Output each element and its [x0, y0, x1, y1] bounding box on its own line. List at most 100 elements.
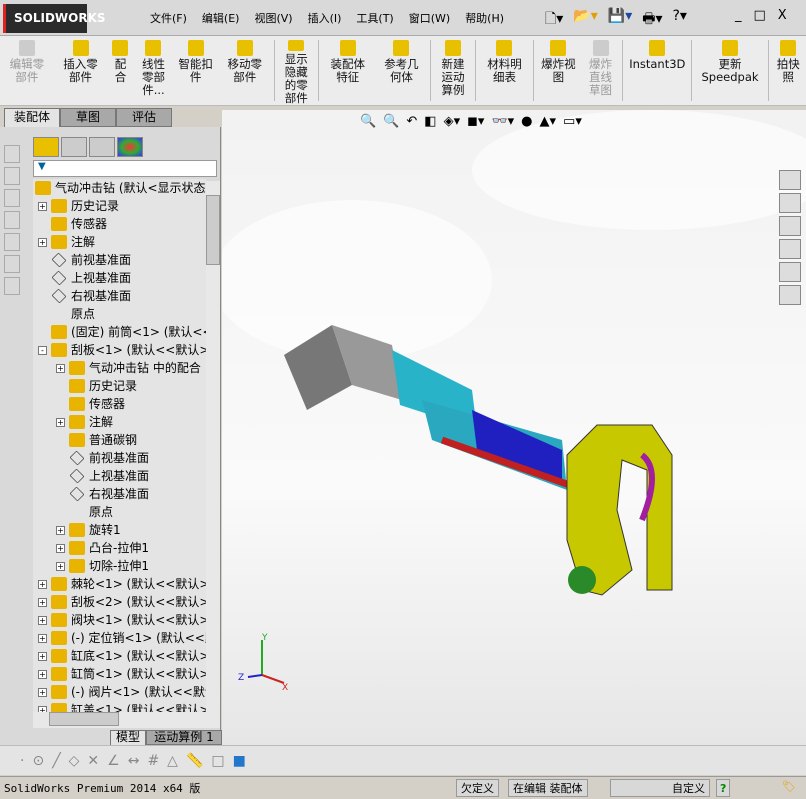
- solidworks-logo[interactable]: SOLIDWORKS: [3, 4, 106, 33]
- tree-item[interactable]: 原点: [38, 305, 95, 323]
- toolbar-button-15[interactable]: 拍快照: [771, 36, 806, 105]
- menu-tools[interactable]: 工具(T): [356, 10, 393, 26]
- toolbar-button-3[interactable]: 线性零部件...: [134, 36, 174, 105]
- tree-item[interactable]: 前视基准面: [38, 251, 131, 269]
- view-settings-icon[interactable]: ▭▾: [563, 114, 582, 129]
- view-cube-icon[interactable]: [4, 145, 20, 163]
- toolbar-button-13[interactable]: Instant3D: [625, 36, 689, 105]
- menu-insert[interactable]: 插入(I): [308, 10, 342, 26]
- view-cube-icon[interactable]: [4, 167, 20, 185]
- tree-item[interactable]: + 缸底<1> (默认<<默认>_显: [38, 647, 206, 665]
- units-selector[interactable]: 自定义: [610, 779, 710, 797]
- trim-icon[interactable]: ✕: [87, 753, 99, 769]
- expand-toggle[interactable]: +: [56, 363, 65, 373]
- toolbar-button-1[interactable]: 插入零部件: [54, 36, 108, 105]
- tree-item[interactable]: 前视基准面: [56, 449, 149, 467]
- angle-icon[interactable]: ∠: [107, 753, 120, 769]
- tree-item[interactable]: + (-) 定位销<1> (默认<<默: [38, 629, 206, 647]
- circle-icon[interactable]: ⊙: [32, 753, 44, 769]
- tab-motion-study[interactable]: 运动算例 1: [146, 730, 222, 745]
- appearance-icon[interactable]: ●: [521, 114, 532, 129]
- view-palette-icon[interactable]: [779, 239, 801, 259]
- tree-item[interactable]: + 注解: [56, 413, 113, 431]
- tree-item[interactable]: + (-) 阀片<1> (默认<<默认: [38, 683, 206, 701]
- expand-toggle[interactable]: +: [38, 615, 47, 625]
- tree-item[interactable]: 历史记录: [56, 377, 137, 395]
- menu-file[interactable]: 文件(F): [150, 10, 187, 26]
- feature-manager-tab-icon[interactable]: [33, 137, 59, 157]
- tree-item[interactable]: (固定) 前筒<1> (默认<<: [38, 323, 206, 341]
- expand-toggle[interactable]: +: [38, 597, 47, 607]
- tree-item[interactable]: +缸盖<1> (默认<<默认>_显: [38, 701, 206, 712]
- scene-icon[interactable]: ▲▾: [540, 114, 557, 129]
- tab-assembly[interactable]: 装配体: [4, 108, 60, 127]
- expand-toggle[interactable]: +: [38, 687, 47, 697]
- menu-window[interactable]: 窗口(W): [409, 10, 450, 26]
- tree-item[interactable]: 原点: [56, 503, 113, 521]
- expand-toggle[interactable]: +: [56, 543, 65, 553]
- tree-item[interactable]: + 历史记录: [38, 197, 119, 215]
- expand-toggle[interactable]: +: [38, 579, 47, 589]
- zoom-area-icon[interactable]: 🔍: [383, 114, 399, 129]
- toolbar-button-4[interactable]: 智能扣件: [173, 36, 218, 105]
- toolbar-button-11[interactable]: 爆炸视图: [536, 36, 581, 105]
- close-button[interactable]: X: [778, 8, 787, 23]
- property-manager-tab-icon[interactable]: [61, 137, 87, 157]
- minimize-button[interactable]: _: [735, 8, 742, 23]
- view-cube-icon[interactable]: [4, 189, 20, 207]
- shaded-icon[interactable]: ■: [233, 753, 246, 769]
- expand-toggle[interactable]: -: [38, 345, 47, 355]
- toolbar-button-5[interactable]: 移动零部件: [218, 36, 272, 105]
- wireframe-icon[interactable]: □: [211, 753, 224, 769]
- help-button[interactable]: ?: [716, 779, 731, 797]
- toolbar-button-10[interactable]: 材料明细表: [478, 36, 532, 105]
- open-icon[interactable]: 📂▾: [573, 8, 597, 32]
- view-orientation-icon[interactable]: ◈▾: [444, 114, 461, 129]
- tree-item[interactable]: + 缸筒<1> (默认<<默认>_显: [38, 665, 206, 683]
- tree-item[interactable]: + 切除-拉伸1: [56, 557, 149, 575]
- polygon-icon[interactable]: ◇: [69, 753, 80, 769]
- toolbar-button-2[interactable]: 配合: [107, 36, 133, 105]
- tree-item[interactable]: + 旋转1: [56, 521, 121, 539]
- expand-toggle[interactable]: +: [38, 651, 47, 661]
- tree-item[interactable]: 右视基准面: [38, 287, 131, 305]
- toolbar-button-6[interactable]: 显示隐藏的零部件: [276, 36, 316, 105]
- expand-toggle[interactable]: +: [56, 561, 65, 571]
- view-cube-icon[interactable]: [4, 277, 20, 295]
- zoom-to-fit-icon[interactable]: 🔍: [360, 114, 376, 129]
- tag-icon[interactable]: 🏷: [782, 780, 796, 793]
- view-cube-icon[interactable]: [4, 255, 20, 273]
- tree-item[interactable]: 普通碳钢: [56, 431, 137, 449]
- view-cube-icon[interactable]: [4, 211, 20, 229]
- tab-model[interactable]: 模型: [110, 730, 146, 745]
- measure-icon[interactable]: 📏: [186, 753, 203, 769]
- home-icon[interactable]: [779, 170, 801, 190]
- tree-filter[interactable]: ▼: [33, 160, 217, 177]
- toolbar-button-8[interactable]: 参考几何体: [375, 36, 429, 105]
- line-icon[interactable]: ╱: [52, 753, 60, 769]
- tree-horizontal-scrollbar[interactable]: [33, 712, 220, 728]
- tree-item[interactable]: + 注解: [38, 233, 95, 251]
- save-icon[interactable]: 💾▾: [608, 8, 632, 32]
- tree-item[interactable]: + 阀块<1> (默认<<默认>_显: [38, 611, 206, 629]
- expand-toggle[interactable]: +: [38, 201, 47, 211]
- section-view-icon[interactable]: ◧: [424, 114, 436, 129]
- expand-toggle[interactable]: +: [38, 633, 47, 643]
- toolbar-button-9[interactable]: 新建运动算例: [433, 36, 473, 105]
- tree-vertical-scrollbar[interactable]: [206, 181, 220, 712]
- graphics-area[interactable]: Y X Z: [212, 110, 806, 745]
- tree-item[interactable]: 上视基准面: [56, 467, 149, 485]
- hide-show-icon[interactable]: 👓▾: [491, 114, 514, 129]
- point-icon[interactable]: ·: [20, 753, 24, 769]
- grid-icon[interactable]: #: [147, 753, 159, 769]
- tree-item[interactable]: 传感器: [56, 395, 125, 413]
- maximize-button[interactable]: □: [754, 8, 766, 23]
- tree-item[interactable]: 传感器: [38, 215, 107, 233]
- expand-toggle[interactable]: +: [38, 669, 47, 679]
- new-icon[interactable]: 🗋▾: [545, 8, 563, 32]
- previous-view-icon[interactable]: ↶: [406, 114, 417, 129]
- appearances-icon[interactable]: [779, 262, 801, 282]
- menu-help[interactable]: 帮助(H): [465, 10, 504, 26]
- dimension-icon[interactable]: ↔: [128, 753, 140, 769]
- display-style-icon[interactable]: ◼▾: [467, 114, 484, 129]
